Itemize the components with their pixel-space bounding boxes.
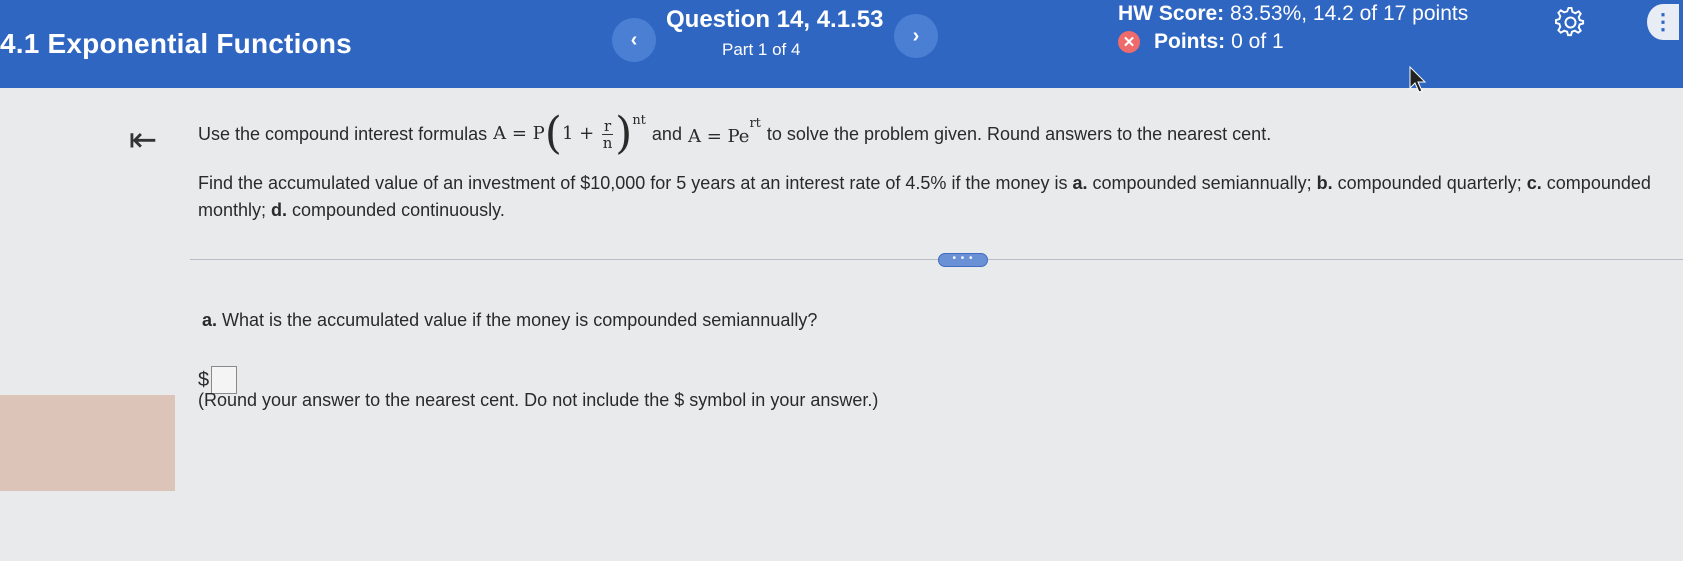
option-a-text: compounded semiannually; — [1087, 173, 1317, 193]
fraction-denominator: n — [602, 133, 613, 152]
mouse-pointer-icon — [1409, 66, 1427, 93]
instructions: Use the compound interest formulas A = P… — [198, 112, 1668, 156]
arrow-to-left-icon: ⇤ — [128, 121, 158, 159]
formula1-exponent: nt — [632, 113, 646, 128]
formula2-base: A = Pe — [687, 125, 750, 147]
part-a-question: a. What is the accumulated value if the … — [202, 310, 1672, 331]
and-text: and — [651, 124, 682, 144]
previous-question-button[interactable]: ‹ — [612, 18, 656, 62]
sidebar-highlight — [0, 395, 175, 491]
instructions-suffix: to solve the problem given. Round answer… — [766, 124, 1272, 144]
option-d-text: compounded continuously. — [287, 200, 505, 220]
problem-text: Find the accumulated value of an investm… — [198, 173, 1073, 193]
formula1-lhs: A = P — [493, 123, 545, 144]
incorrect-x-icon: ✕ — [1118, 31, 1140, 53]
expand-divider-button[interactable]: • • • — [938, 253, 988, 267]
problem-statement: Find the accumulated value of an investm… — [198, 170, 1658, 224]
settings-button[interactable] — [1550, 2, 1590, 42]
option-b-label: b. — [1316, 173, 1333, 193]
more-options-button[interactable]: ⋮ — [1647, 4, 1679, 40]
top-header: 4.1 Exponential Functions ‹ Question 14,… — [0, 0, 1683, 88]
formula1-fraction: r n — [601, 116, 614, 152]
question-title: Question 14, 4.1.53 — [666, 6, 884, 33]
option-c-label: c. — [1526, 173, 1542, 193]
more-vertical-icon: ⋮ — [1652, 9, 1674, 34]
hw-score-label: HW Score: — [1118, 2, 1225, 25]
section-title: 4.1 Exponential Functions — [0, 28, 352, 59]
part-indicator: Part 1 of 4 — [722, 40, 801, 59]
hw-score-value: 83.53%, 14.2 of 17 points — [1230, 2, 1469, 25]
points-value: 0 of 1 — [1231, 30, 1284, 53]
formula1-lparen: ( — [544, 108, 562, 159]
chevron-right-icon: › — [912, 24, 920, 47]
compound-formula: A = P(1 + r n )nt — [493, 112, 646, 156]
fraction-numerator: r — [601, 116, 614, 135]
section-divider — [190, 259, 1683, 260]
currency-symbol: $ — [198, 368, 210, 391]
points-status: ✕ Points: 0 of 1 — [1118, 30, 1284, 54]
formula2-exponent: rt — [749, 115, 761, 131]
hw-score: HW Score: 83.53%, 14.2 of 17 points — [1118, 2, 1468, 26]
option-a-label: a. — [1072, 173, 1088, 193]
answer-hint: (Round your answer to the nearest cent. … — [198, 390, 879, 410]
gear-icon — [1555, 7, 1585, 37]
next-question-button[interactable]: › — [894, 14, 938, 58]
formula1-rparen: ) — [615, 108, 633, 159]
formula1-one: 1 + — [561, 123, 595, 144]
part-a-text: What is the accumulated value if the mon… — [217, 310, 818, 330]
collapse-panel-button[interactable]: ⇤ — [122, 120, 164, 160]
chevron-left-icon: ‹ — [630, 28, 638, 51]
option-b-text: compounded quarterly; — [1332, 173, 1527, 193]
option-d-label: d. — [271, 200, 288, 220]
part-a-label: a. — [202, 310, 218, 330]
instructions-prefix: Use the compound interest formulas — [198, 124, 488, 144]
points-label: Points: — [1154, 30, 1226, 53]
continuous-formula: A = Pert — [687, 115, 761, 151]
